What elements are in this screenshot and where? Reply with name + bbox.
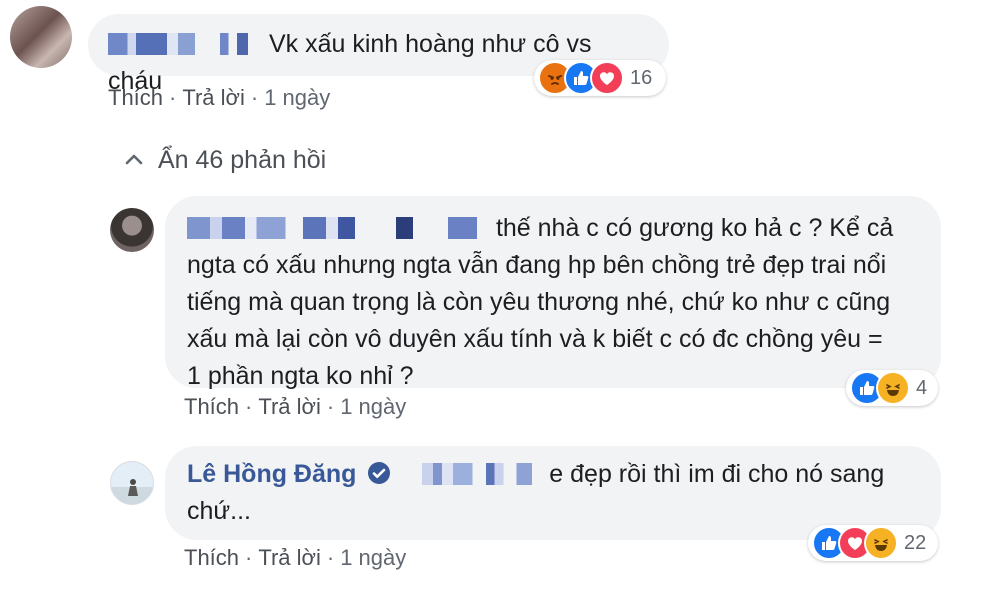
commenter-name-blurred[interactable] xyxy=(108,33,248,55)
reaction-count-1: 16 xyxy=(630,66,653,89)
like-link[interactable]: Thích xyxy=(108,85,163,110)
verified-badge-icon xyxy=(368,462,391,484)
reaction-summary-3[interactable]: 22 xyxy=(808,525,938,561)
comment-actions-3: Thích · Trả lời · 1 ngày xyxy=(184,545,407,570)
comment-text-2-line-4: xấu mà lại còn vô duyên xấu tính và k bi… xyxy=(187,325,883,353)
haha-icon xyxy=(876,371,910,405)
timestamp[interactable]: 1 ngày xyxy=(340,545,406,570)
hide-replies-toggle[interactable]: Ẩn 46 phản hồi xyxy=(124,146,326,175)
reaction-count-2: 4 xyxy=(916,376,928,399)
hide-replies-label: Ẩn 46 phản hồi xyxy=(158,146,327,174)
timestamp[interactable]: 1 ngày xyxy=(340,394,406,419)
reply-link[interactable]: Trả lời xyxy=(258,394,321,419)
reply-link[interactable]: Trả lời xyxy=(182,85,245,110)
like-link[interactable]: Thích xyxy=(184,394,239,419)
like-link[interactable]: Thích xyxy=(184,545,239,570)
comment-text-3-line-2: chứ... xyxy=(187,497,251,525)
love-icon xyxy=(590,61,624,95)
comment-text-3-line-1: e đẹp rồi thì im đi cho nó sang xyxy=(549,460,885,488)
reaction-summary-2[interactable]: 4 xyxy=(846,370,938,406)
commenter-name[interactable]: Lê Hồng Đăng xyxy=(187,460,356,488)
comment-text-2-line-3: tiếng mà quan trọng là còn yêu thương nh… xyxy=(187,288,891,316)
comment-text-2-line-5: 1 phần ngta ko nhỉ ? xyxy=(187,362,414,390)
mentioned-name-blurred[interactable] xyxy=(422,463,533,485)
commenter-avatar-3[interactable] xyxy=(110,461,154,505)
commenter-avatar-2[interactable] xyxy=(110,208,154,252)
comment-actions-2: Thích · Trả lời · 1 ngày xyxy=(184,394,407,419)
commenter-name-blurred[interactable] xyxy=(187,217,477,239)
chevron-up-icon xyxy=(125,154,143,165)
commenter-avatar-1[interactable] xyxy=(10,6,72,68)
comment-bubble-2: thế nhà c có gương ko hả c ? Kể cả ngta … xyxy=(165,196,941,390)
comment-text-2-line-2: ngta có xấu nhưng ngta vẫn đang hp bên c… xyxy=(187,251,887,279)
reply-link[interactable]: Trả lời xyxy=(258,545,321,570)
reaction-summary-1[interactable]: 16 xyxy=(534,60,666,96)
reaction-count-3: 22 xyxy=(904,531,927,554)
haha-icon xyxy=(864,526,898,560)
timestamp[interactable]: 1 ngày xyxy=(264,85,330,110)
comment-text-2-line-1: thế nhà c có gương ko hả c ? Kể cả xyxy=(495,214,894,242)
comment-actions-1: Thích · Trả lời · 1 ngày xyxy=(108,85,331,110)
